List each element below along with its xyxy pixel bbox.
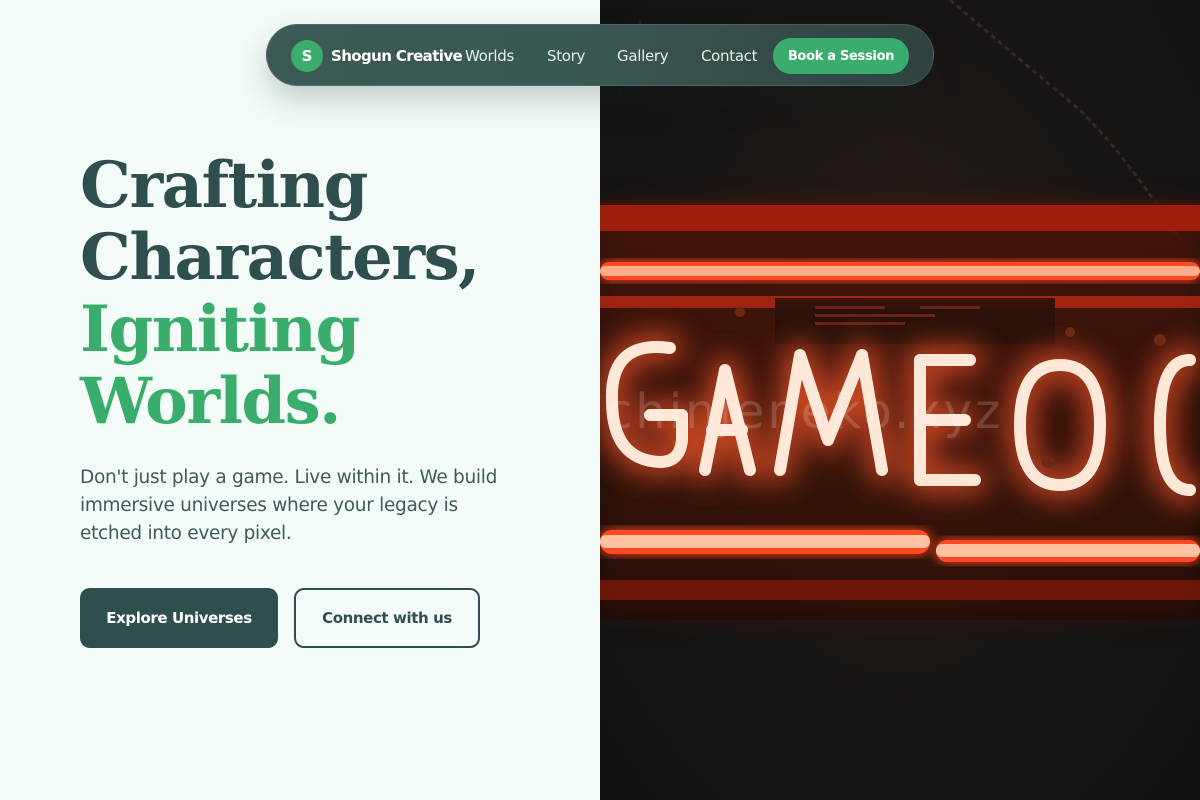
nav-link-gallery[interactable]: Gallery (617, 45, 669, 67)
hero-image: chinjeneko.xyz (600, 0, 1200, 800)
nav-link-worlds[interactable]: Worlds (465, 45, 514, 67)
hero-headline: Crafting Characters, Igniting Worlds. (80, 148, 480, 439)
nav-link-contact[interactable]: Contact (701, 45, 758, 67)
top-navigation: S Shogun Creative Worlds Story Gallery C… (266, 24, 934, 86)
explore-universes-button[interactable]: Explore Universes (80, 588, 278, 648)
brand-name[interactable]: Shogun Creative (331, 45, 463, 67)
photo-watermark: chinjeneko.xyz (606, 384, 1003, 440)
hero-section: Crafting Characters, Igniting Worlds. Do… (0, 0, 600, 800)
headline-line-4: Worlds. (80, 364, 341, 439)
headline-line-3: Igniting (80, 292, 360, 367)
headline-line-1: Crafting (80, 148, 368, 223)
connect-with-us-button[interactable]: Connect with us (294, 588, 480, 648)
nav-link-story[interactable]: Story (547, 45, 585, 67)
hero-lead-text: Don't just play a game. Live within it. … (80, 467, 498, 544)
headline-line-2: Characters, (80, 220, 480, 295)
neon-sign-photo: chinjeneko.xyz (600, 0, 1200, 620)
brand-logo-icon[interactable]: S (291, 40, 323, 72)
sign-label-plate (775, 298, 1055, 344)
book-session-button[interactable]: Book a Session (773, 38, 909, 74)
